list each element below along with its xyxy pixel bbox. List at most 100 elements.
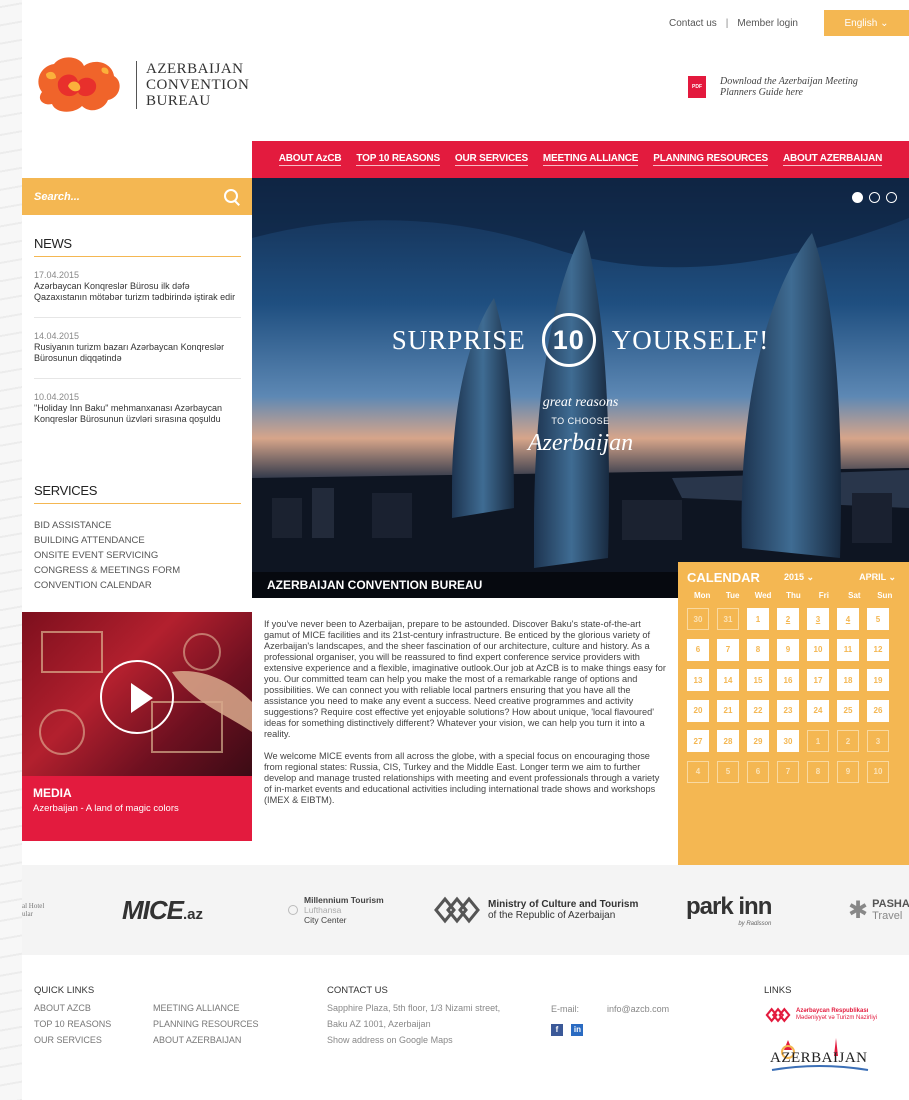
calendar-day[interactable]: 5 xyxy=(717,760,739,783)
nav-item-top-10-reasons[interactable]: TOP 10 REASONS xyxy=(356,153,440,166)
linkedin-icon[interactable]: in xyxy=(571,1023,584,1036)
calendar-day[interactable]: 9 xyxy=(777,638,799,661)
calendar-day[interactable]: 2 xyxy=(837,730,859,752)
calendar-year-select[interactable]: 2015 ⌄ xyxy=(784,572,814,583)
calendar-day[interactable]: 9 xyxy=(837,760,859,783)
calendar-day[interactable]: 15 xyxy=(747,669,769,691)
calendar-day[interactable]: 8 xyxy=(807,760,829,783)
news-item[interactable]: 10.04.2015 "Holiday Inn Baku" mehmanxana… xyxy=(34,379,241,439)
calendar-day[interactable]: 4 xyxy=(687,760,709,783)
service-link-congress-meetings-form[interactable]: CONGRESS & MEETINGS FORM xyxy=(34,563,241,578)
ministry-footer-link[interactable]: Azərbaycan Respublikası Mədəniyyət və Tu… xyxy=(764,1006,904,1024)
calendar-day[interactable]: 7 xyxy=(777,760,799,783)
footer-link-about-azerbaijan[interactable]: ABOUT AZERBAIJAN xyxy=(153,1032,259,1048)
nav-item-our-services[interactable]: OUR SERVICES xyxy=(454,153,528,166)
search-icon[interactable] xyxy=(224,188,240,205)
news-text[interactable]: Rusiyanın turizm bazarı Azərbaycan Konqr… xyxy=(34,342,241,364)
partner-logo-pasha[interactable]: ✱ PASHA Travel xyxy=(848,865,909,955)
calendar-day[interactable]: 17 xyxy=(807,669,829,691)
calendar-day[interactable]: 5 xyxy=(867,608,889,630)
media-block[interactable]: MEDIA Azerbaijan - A land of magic color… xyxy=(22,612,252,841)
calendar-day[interactable]: 30 xyxy=(687,608,709,630)
calendar-day[interactable]: 14 xyxy=(717,669,739,691)
calendar-day[interactable]: 25 xyxy=(837,699,859,722)
calendar-day[interactable]: 12 xyxy=(867,638,889,661)
footer-link-meeting-alliance[interactable]: MEETING ALLIANCE xyxy=(153,1000,259,1016)
services-title: SERVICES xyxy=(34,483,241,504)
calendar-day[interactable]: 11 xyxy=(837,638,859,661)
nav-item-about-azcb[interactable]: ABOUT AzCB xyxy=(278,153,342,166)
hero-slider[interactable]: SURPRISE 10 YOURSELF! great reasons TO C… xyxy=(252,178,909,598)
calendar-day[interactable]: 29 xyxy=(747,730,769,752)
member-login-link[interactable]: Member login xyxy=(737,18,798,29)
calendar-day[interactable]: 19 xyxy=(867,669,889,691)
planners-guide-download[interactable]: PDF Download the Azerbaijan Meeting Plan… xyxy=(688,76,870,98)
calendar-day[interactable]: 6 xyxy=(747,760,769,783)
calendar-day[interactable]: 20 xyxy=(687,699,709,722)
partner-logo-hotel[interactable]: al Hotel ular xyxy=(22,865,44,955)
pasha-line-1: PASHA xyxy=(872,898,909,910)
azerbaijan-tourism-link[interactable]: AZERBAIJAN xyxy=(764,1032,874,1076)
event-calendar: CALENDAR 2015 ⌄ APRIL ⌄ Mon Tue Wed Thu … xyxy=(678,562,909,865)
footer-link-planning-resources[interactable]: PLANNING RESOURCES xyxy=(153,1016,259,1032)
service-link-onsite-event-servicing[interactable]: ONSITE EVENT SERVICING xyxy=(34,548,241,563)
service-link-convention-calendar[interactable]: CONVENTION CALENDAR xyxy=(34,578,241,593)
play-icon[interactable] xyxy=(100,660,174,734)
footer-link-our-services[interactable]: OUR SERVICES xyxy=(34,1032,153,1048)
slider-dot[interactable] xyxy=(869,192,880,203)
news-text[interactable]: "Holiday Inn Baku" mehmanxanası Azərbayc… xyxy=(34,403,241,425)
calendar-day[interactable]: 4 xyxy=(837,608,859,630)
news-item[interactable]: 17.04.2015 Azərbaycan Konqreslər Bürosu … xyxy=(34,257,241,318)
slider-dot[interactable] xyxy=(886,192,897,203)
nav-item-about-azerbaijan[interactable]: ABOUT AZERBAIJAN xyxy=(783,153,882,166)
language-dropdown[interactable]: English ⌄ xyxy=(824,10,909,36)
footer: QUICK LINKS ABOUT AzCB TOP 10 REASONS OU… xyxy=(22,955,909,1100)
email-address[interactable]: info@azcb.com xyxy=(607,1001,669,1017)
calendar-day[interactable]: 3 xyxy=(807,608,829,630)
carpet-video-thumbnail[interactable] xyxy=(22,612,252,776)
calendar-day[interactable]: 1 xyxy=(747,608,769,630)
search-bar xyxy=(22,178,252,215)
calendar-day[interactable]: 10 xyxy=(807,638,829,661)
site-logo[interactable]: AZERBAIJAN CONVENTION BUREAU xyxy=(32,52,249,118)
calendar-day[interactable]: 30 xyxy=(777,730,799,752)
address-line-2: Baku AZ 1001, Azerbaijan xyxy=(327,1019,431,1029)
facebook-icon[interactable]: f xyxy=(551,1023,563,1036)
partner-logo-mice[interactable]: MICE .az xyxy=(122,865,203,955)
nav-item-planning-resources[interactable]: PLANNING RESOURCES xyxy=(653,153,768,166)
footer-link-about-azcb[interactable]: ABOUT AzCB xyxy=(34,1000,153,1016)
partner-logo-park-inn[interactable]: park inn by Radisson xyxy=(686,865,772,955)
circle-icon xyxy=(288,905,298,915)
calendar-day[interactable]: 18 xyxy=(837,669,859,691)
calendar-day[interactable]: 16 xyxy=(777,669,799,691)
calendar-day[interactable]: 2 xyxy=(777,608,799,630)
calendar-day[interactable]: 24 xyxy=(807,699,829,722)
calendar-day[interactable]: 13 xyxy=(687,669,709,691)
calendar-day[interactable]: 27 xyxy=(687,730,709,752)
calendar-day[interactable]: 28 xyxy=(717,730,739,752)
calendar-day[interactable]: 22 xyxy=(747,699,769,722)
footer-link-top-10-reasons[interactable]: TOP 10 REASONS xyxy=(34,1016,153,1032)
service-link-bid-assistance[interactable]: BID ASSISTANCE xyxy=(34,518,241,533)
slider-dot[interactable] xyxy=(852,192,863,203)
calendar-day[interactable]: 8 xyxy=(747,638,769,661)
google-maps-link[interactable]: Show address on Google Maps xyxy=(327,1032,500,1048)
calendar-day[interactable]: 1 xyxy=(807,730,829,752)
calendar-day[interactable]: 23 xyxy=(777,699,799,722)
calendar-day[interactable]: 31 xyxy=(717,608,739,630)
service-link-building-attendance[interactable]: BUILDING ATTENDANCE xyxy=(34,533,241,548)
calendar-day[interactable]: 21 xyxy=(717,699,739,722)
calendar-day[interactable]: 26 xyxy=(867,699,889,722)
calendar-day[interactable]: 6 xyxy=(687,638,709,661)
news-item[interactable]: 14.04.2015 Rusiyanın turizm bazarı Azərb… xyxy=(34,318,241,379)
partner-logo-millennium[interactable]: Millennium Tourism Lufthansa City Center xyxy=(288,865,384,955)
news-text[interactable]: Azərbaycan Konqreslər Bürosu ilk dəfə Qa… xyxy=(34,281,241,303)
calendar-month-select[interactable]: APRIL ⌄ xyxy=(859,572,896,583)
contact-link[interactable]: Contact us xyxy=(669,18,717,29)
calendar-day[interactable]: 3 xyxy=(867,730,889,752)
nav-item-meeting-alliance[interactable]: MEETING ALLIANCE xyxy=(542,153,638,166)
partner-logo-ministry[interactable]: Ministry of Culture and Tourism of the R… xyxy=(432,865,638,955)
calendar-day[interactable]: 7 xyxy=(717,638,739,661)
calendar-day[interactable]: 10 xyxy=(867,760,889,783)
search-input[interactable] xyxy=(34,190,224,203)
